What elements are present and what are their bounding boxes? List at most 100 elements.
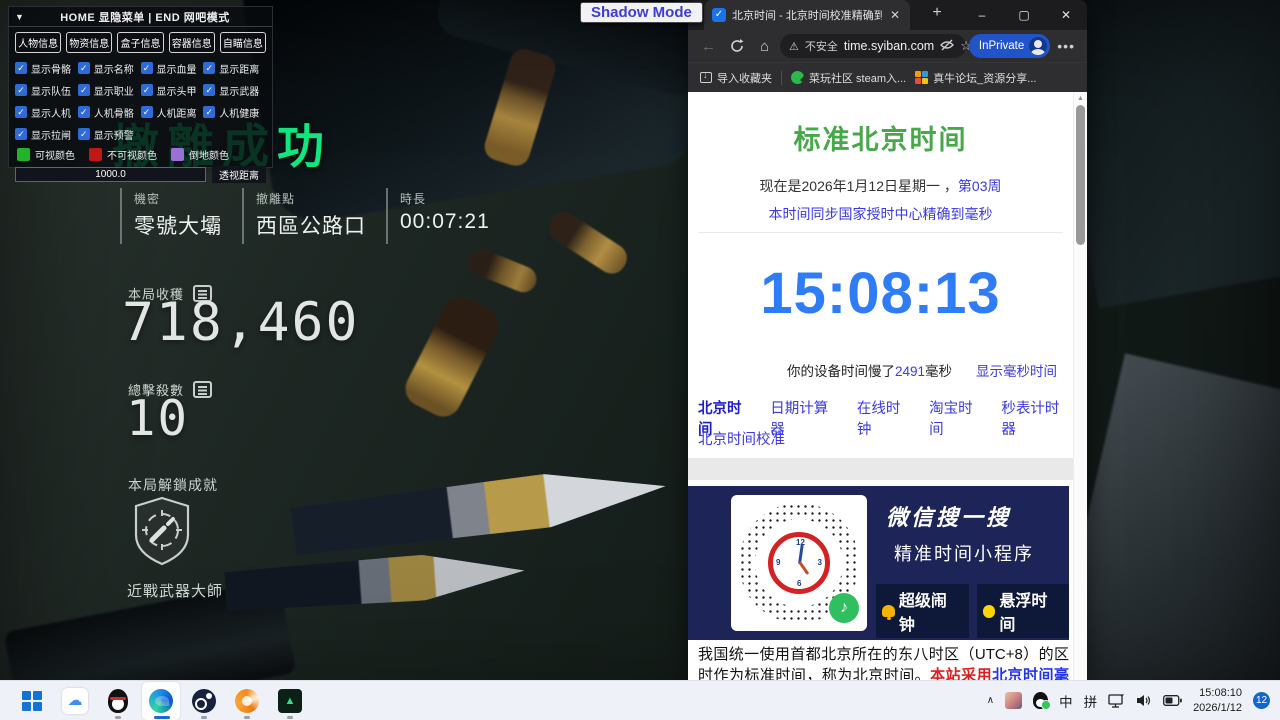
checkbox-item[interactable]: ✓显示预警: [78, 124, 141, 144]
scrollbar-thumb[interactable]: [1076, 105, 1085, 245]
settings-menu-icon[interactable]: •••: [1053, 38, 1079, 54]
checkbox-checked-icon[interactable]: ✓: [78, 84, 90, 96]
checkbox-checked-icon[interactable]: ✓: [141, 106, 153, 118]
checkbox-item[interactable]: ✓显示距离: [203, 58, 266, 78]
menu-button-loot-info[interactable]: 物资信息: [66, 32, 112, 53]
inprivate-badge[interactable]: InPrivate: [969, 34, 1050, 58]
bookmark-zhenniu[interactable]: 真牛论坛_资源分享...: [915, 70, 1036, 86]
checkbox-item[interactable]: ✓显示名称: [78, 58, 141, 78]
profile-avatar[interactable]: [1029, 37, 1047, 55]
checkbox-item[interactable]: ✓人机健康: [203, 102, 266, 122]
tray-clock[interactable]: 15:08:10 2026/1/12: [1193, 686, 1242, 715]
visible-color-swatch[interactable]: [17, 148, 30, 161]
back-icon[interactable]: ←: [696, 38, 721, 55]
cheat-menu-tabs: 人物信息 物资信息 盒子信息 容器信息 自瞄信息: [9, 27, 272, 56]
menu-button-container-info[interactable]: 容器信息: [169, 32, 215, 53]
running-indicator: [201, 716, 207, 719]
taskbar-qq-app[interactable]: [98, 681, 138, 720]
ime-chinese-indicator[interactable]: 中: [1059, 691, 1073, 711]
checkbox-checked-icon[interactable]: ✓: [78, 128, 90, 140]
downed-color-setting[interactable]: 倒地颜色: [171, 147, 229, 162]
url-text[interactable]: time.syiban.com: [844, 39, 934, 53]
intro-paragraph: 我国统一使用首都北京所在的东八时区（UTC+8）的区时作为标准时间，称为北京时间…: [698, 644, 1069, 680]
hidden-icons-chevron[interactable]: ∧: [987, 695, 994, 706]
maximize-button[interactable]: ▢: [1003, 0, 1045, 30]
cast-device-icon[interactable]: [1108, 694, 1125, 708]
checkbox-item[interactable]: ✓人机距离: [141, 102, 204, 122]
checkbox-item[interactable]: ✓显示骨骼: [15, 58, 78, 78]
taskbar-orange-app[interactable]: [227, 681, 267, 720]
checkbox-item[interactable]: ✓显示职业: [78, 80, 141, 100]
taskbar-cloud-app[interactable]: ☁: [55, 681, 95, 720]
checkbox-checked-icon[interactable]: ✓: [203, 62, 215, 74]
sync-link[interactable]: 本时间同步国家授时中心精确到毫秒: [688, 204, 1073, 224]
invisible-color-swatch[interactable]: [89, 148, 102, 161]
taskbar-game-launcher-app[interactable]: ▲: [270, 681, 310, 720]
start-button[interactable]: [12, 681, 52, 720]
wechat-search-title: 微信搜一搜: [886, 500, 1011, 532]
volume-icon[interactable]: [1136, 694, 1152, 707]
checkbox-checked-icon[interactable]: ✓: [203, 84, 215, 96]
page-scrollbar[interactable]: ▲: [1073, 92, 1087, 680]
scroll-up-arrow-icon[interactable]: ▲: [1074, 92, 1087, 102]
checkbox-checked-icon[interactable]: ✓: [15, 106, 27, 118]
checkbox-checked-icon[interactable]: ✓: [78, 106, 90, 118]
checkbox-item[interactable]: ✓显示人机: [15, 102, 78, 122]
menu-button-aimbot-info[interactable]: 自瞄信息: [220, 32, 266, 53]
menu-button-player-info[interactable]: 人物信息: [15, 32, 61, 53]
minimize-button[interactable]: –: [961, 0, 1003, 30]
checkbox-item[interactable]: ✓显示血量: [141, 58, 204, 78]
week-link[interactable]: 第03周: [958, 178, 1002, 194]
floating-time-chip: 悬浮时间: [977, 584, 1070, 638]
checkbox-checked-icon[interactable]: ✓: [203, 106, 215, 118]
taskbar-edge-app-active[interactable]: [141, 681, 181, 720]
checkbox-checked-icon[interactable]: ✓: [15, 62, 27, 74]
nav-online-clock[interactable]: 在线时钟: [857, 397, 914, 439]
esp-distance-slider[interactable]: 1000.0: [15, 167, 206, 182]
visible-color-setting[interactable]: 可视颜色: [17, 147, 75, 162]
nav-taobao-time[interactable]: 淘宝时间: [929, 397, 986, 439]
url-field[interactable]: ⚠ 不安全 time.syiban.com ☆: [780, 34, 966, 58]
collapse-arrow-icon[interactable]: ▼: [15, 12, 24, 22]
new-tab-button[interactable]: +: [926, 4, 948, 22]
bookmark-import-favorites[interactable]: 导入收藏夹: [700, 70, 772, 86]
checkbox-item[interactable]: ✓显示头甲: [141, 80, 204, 100]
nav-time-calibration[interactable]: 北京时间校准: [698, 428, 785, 449]
invisible-color-setting[interactable]: 不可视颜色: [89, 147, 157, 162]
wechat-banner[interactable]: 12 3 6 9 ♪ 微信搜一搜 精准时间小程序 超级闹钟 悬浮时间: [688, 486, 1069, 640]
taskbar-steam-app[interactable]: [184, 681, 224, 720]
eye-off-icon[interactable]: [940, 39, 954, 54]
close-button[interactable]: ✕: [1045, 0, 1087, 30]
show-ms-link[interactable]: 显示毫秒时间: [976, 364, 1057, 379]
battery-icon[interactable]: [1163, 695, 1182, 706]
achievement-name: 近戰武器大師: [127, 580, 223, 601]
checkbox-item[interactable]: ✓显示拉闸: [15, 124, 78, 144]
checkbox-checked-icon[interactable]: ✓: [141, 84, 153, 96]
bullet-shape: [466, 246, 541, 296]
browser-window: ✓ 北京时间 - 北京时间校准精确到毫秒 ✕ + – ▢ ✕ ← ⌂ ⚠: [688, 0, 1087, 680]
screen: 撤離成功 機密 零號大壩 撤離點 西區公路口 時長 00:07:21 本局收穫 …: [0, 0, 1280, 720]
cheat-menu-header[interactable]: ▼ HOME 显隐菜单 | END 网吧模式: [9, 7, 272, 27]
ime-pinyin-indicator[interactable]: 拼: [1084, 691, 1098, 711]
downed-color-swatch[interactable]: [171, 148, 184, 161]
checkbox-checked-icon[interactable]: ✓: [141, 62, 153, 74]
checkbox-item[interactable]: ✓人机骨骼: [78, 102, 141, 122]
checkbox-item[interactable]: ✓显示队伍: [15, 80, 78, 100]
nav-stopwatch[interactable]: 秒表计时器: [1001, 397, 1073, 439]
tray-qq-icon[interactable]: [1033, 692, 1048, 709]
notification-badge[interactable]: 12: [1253, 692, 1270, 709]
checkbox-item[interactable]: ✓显示武器: [203, 80, 266, 100]
refresh-icon[interactable]: [724, 38, 749, 55]
wechat-feature-chips: 超级闹钟 悬浮时间: [876, 584, 1069, 638]
stat-evac-point: 撤離點 西區公路口: [242, 188, 386, 244]
menu-button-box-info[interactable]: 盒子信息: [117, 32, 163, 53]
browser-tab[interactable]: ✓ 北京时间 - 北京时间校准精确到毫秒 ✕: [704, 0, 910, 30]
tab-close-icon[interactable]: ✕: [888, 8, 902, 22]
checkbox-checked-icon[interactable]: ✓: [15, 84, 27, 96]
system-tray: ∧ 中 拼: [987, 686, 1280, 715]
checkbox-checked-icon[interactable]: ✓: [78, 62, 90, 74]
checkbox-checked-icon[interactable]: ✓: [15, 128, 27, 140]
tray-avatar-icon[interactable]: [1005, 692, 1022, 709]
home-icon[interactable]: ⌂: [752, 38, 777, 55]
bookmark-caiwan[interactable]: 菜玩社区 steam入...: [791, 70, 906, 86]
